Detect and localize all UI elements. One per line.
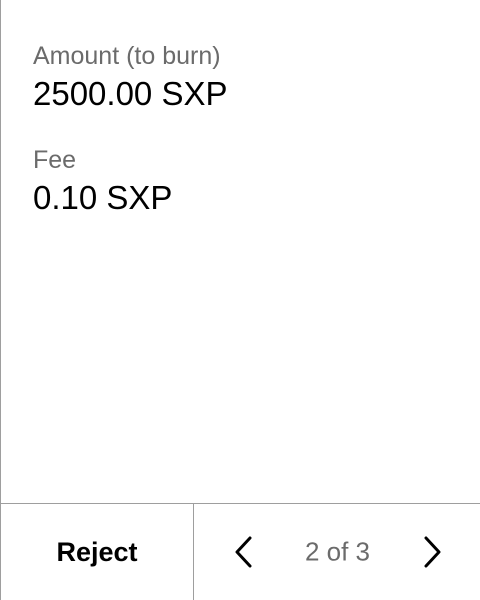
amount-label: Amount (to burn)	[33, 42, 221, 70]
transaction-details: Amount (to burn) 2500.00 SXP Fee 0.10 SX…	[33, 40, 460, 218]
chevron-right-icon	[424, 536, 441, 568]
amount-value: 2500.00 SXP	[33, 75, 228, 112]
reject-button[interactable]: Reject	[1, 504, 194, 600]
next-page-button[interactable]	[410, 530, 454, 574]
transaction-review-screen: Amount (to burn) 2500.00 SXP Fee 0.10 SX…	[0, 0, 480, 600]
fee-field: Fee 0.10 SXP	[33, 144, 460, 218]
amount-field: Amount (to burn) 2500.00 SXP	[33, 40, 460, 114]
pagination: 2 of 3	[194, 504, 480, 600]
fee-label: Fee	[33, 146, 77, 174]
action-footer: Reject 2 of 3	[1, 503, 480, 600]
fee-value: 0.10 SXP	[33, 179, 173, 216]
